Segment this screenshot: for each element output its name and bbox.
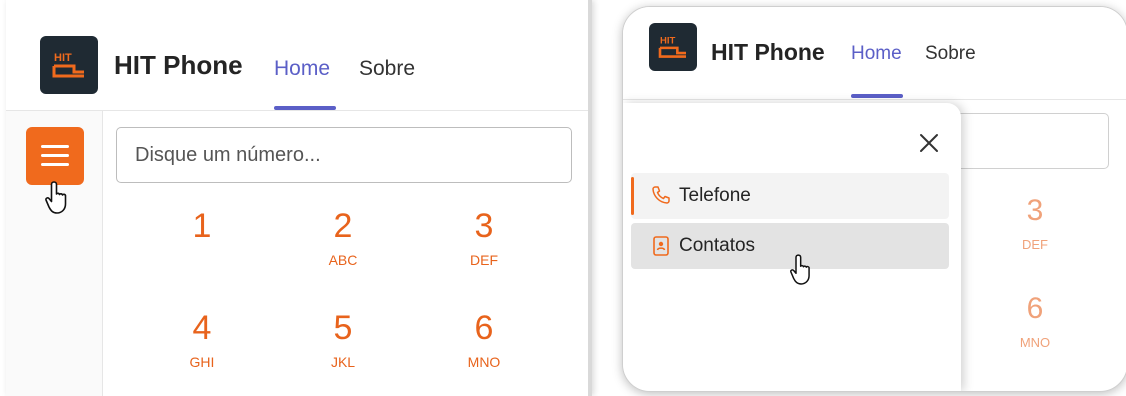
key-letters: MNO [467, 354, 501, 370]
close-icon[interactable] [915, 129, 943, 157]
dial-key-2[interactable]: 2 ABC [293, 206, 393, 286]
key-letters: JKL [330, 354, 356, 370]
drawer-item-telefone[interactable]: Telefone [631, 173, 949, 219]
nav-active-indicator [274, 106, 336, 110]
hit-logo-icon: HIT [52, 52, 84, 78]
hit-logo-icon: HIT [658, 36, 686, 58]
hamburger-menu-button[interactable] [26, 127, 84, 185]
app-logo: HIT [649, 23, 697, 71]
dial-key-4[interactable]: 4 GHI [152, 308, 252, 388]
dial-key-3[interactable]: 3 DEF [434, 206, 534, 286]
nav-active-indicator [851, 94, 903, 98]
dial-number-input[interactable] [116, 127, 572, 183]
nav-sobre-link[interactable]: Sobre [359, 57, 415, 81]
app-header: HIT HIT Phone Home Sobre [623, 7, 1126, 100]
key-letters: DEF [1022, 237, 1048, 252]
dial-key-5[interactable]: 5 JKL [293, 308, 393, 388]
dial-key-6[interactable]: 6 MNO [985, 289, 1085, 369]
key-digit: 3 [1026, 194, 1044, 227]
phone-icon [652, 186, 670, 204]
app-window-right: HIT HIT Phone Home Sobre 3 DEF 6 MNO Tel… [622, 6, 1126, 392]
dial-key-6[interactable]: 6 MNO [434, 308, 534, 388]
key-digit: 3 [474, 207, 494, 245]
app-logo: HIT [40, 36, 98, 94]
nav-home-link[interactable]: Home [274, 57, 330, 81]
app-title: HIT Phone [114, 50, 243, 80]
key-digit: 5 [333, 309, 353, 347]
hand-cursor-icon [790, 254, 810, 285]
logo-text: HIT [660, 36, 676, 47]
key-digit: 2 [333, 207, 353, 245]
nav-home-link[interactable]: Home [851, 43, 902, 65]
key-digit: 6 [474, 309, 494, 347]
app-header: HIT HIT Phone Home Sobre [6, 0, 588, 111]
navigation-drawer: Telefone Contatos [623, 103, 961, 391]
key-letters: ABC [328, 252, 358, 268]
key-letters: GHI [189, 354, 215, 370]
key-letters: DEF [470, 252, 498, 268]
key-digit: 1 [192, 207, 212, 245]
drawer-item-label: Telefone [679, 185, 751, 206]
nav-sobre-link[interactable]: Sobre [925, 43, 976, 65]
dial-key-3[interactable]: 3 DEF [985, 191, 1085, 271]
key-letters: MNO [1019, 335, 1051, 350]
app-title: HIT Phone [711, 39, 825, 65]
key-digit: 4 [192, 309, 212, 347]
key-digit: 6 [1026, 292, 1044, 325]
contact-card-icon [653, 236, 669, 256]
app-window-left: HIT HIT Phone Home Sobre 1 2 ABC 3 DEF 4… [6, 0, 592, 396]
drawer-item-label: Contatos [679, 235, 756, 256]
dial-key-1[interactable]: 1 [152, 206, 252, 286]
logo-text: HIT [54, 52, 72, 64]
hand-cursor-icon [45, 181, 67, 214]
